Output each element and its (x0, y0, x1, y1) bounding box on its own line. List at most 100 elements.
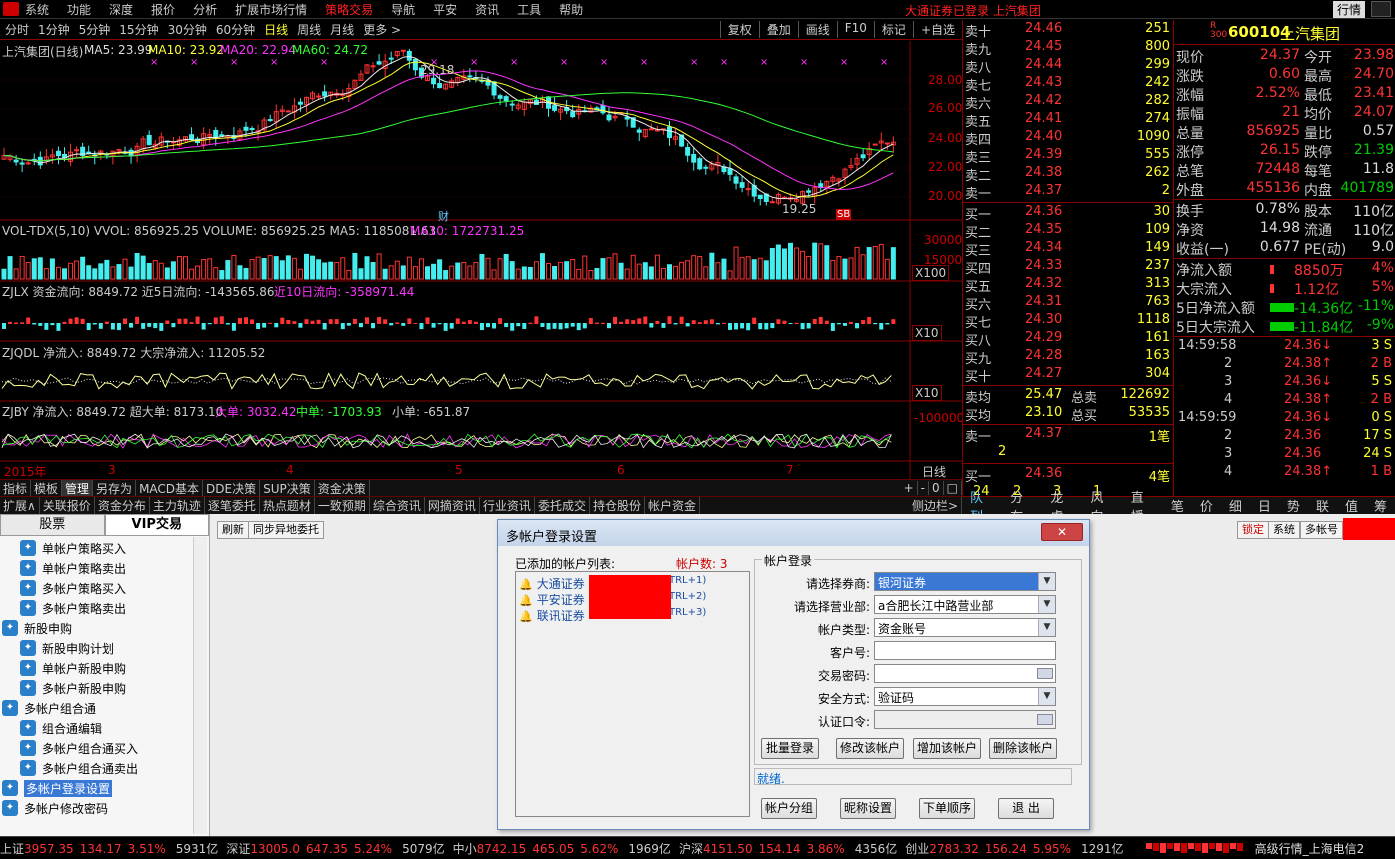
account-type-select[interactable]: 资金账号 ▼ (874, 618, 1056, 637)
tree-item[interactable]: ✦ 多帐户新股申购 (20, 678, 126, 698)
tree-item[interactable]: ✦ 多帐户登录设置 (2, 778, 113, 798)
tab-positions[interactable]: 持仓股份 (590, 497, 645, 514)
add-account-button[interactable]: 增加该帐户 (913, 738, 981, 759)
tool-adjust[interactable]: 复权 (719, 21, 759, 38)
quote-button[interactable]: 行情 (1332, 1, 1365, 18)
tree-item[interactable]: ✦ 多帐户修改密码 (2, 798, 108, 818)
buy-row[interactable]: 买一 24.36 30 (963, 204, 1174, 223)
batch-login-button[interactable]: 批量登录 (761, 738, 819, 759)
tree-scrollbar[interactable] (193, 537, 207, 834)
tree-item[interactable]: ✦ 多帐户策略卖出 (20, 598, 126, 618)
sync-orders-button[interactable]: 同步异地委托 (248, 521, 324, 539)
sell-row[interactable]: 卖四 24.40 1090 (963, 129, 1174, 148)
menu-item-strategy-trade[interactable]: 策略交易 (325, 1, 373, 18)
queue-buy-row[interactable]: 买一 24.36 4笔 (963, 466, 1174, 485)
tab-fund[interactable]: 资金决策 (315, 479, 370, 497)
sell-row[interactable]: 卖五 24.41 274 (963, 111, 1174, 130)
branch-select[interactable]: a合肥长江中路营业部 ▼ (874, 595, 1056, 614)
tree-item[interactable]: ✦ 多帐户策略买入 (20, 578, 126, 598)
tab-fund-dist[interactable]: 资金分布 (95, 497, 150, 514)
customer-id-input[interactable] (874, 641, 1056, 660)
period-more[interactable]: 更多 > (363, 21, 401, 38)
finance-marker[interactable]: 财 (438, 208, 449, 224)
menu-item-quote[interactable]: 报价 (151, 1, 175, 18)
period-15min[interactable]: 15分钟 (119, 21, 158, 38)
menu-item-ext-market[interactable]: 扩展市场行情 (235, 1, 307, 18)
broker-select[interactable]: 银河证券 ▼ (874, 572, 1056, 591)
auth-code-input[interactable] (874, 710, 1056, 729)
menu-item-function[interactable]: 功能 (67, 1, 91, 18)
account-item[interactable]: 🔔 联讯证券 TRL+3) (519, 607, 706, 624)
tab-macd[interactable]: MACD基本 (136, 479, 204, 497)
tab-hot-topic[interactable]: 热点题材 (260, 497, 315, 514)
tree-item[interactable]: ✦ 新股申购 (2, 618, 72, 638)
account-item[interactable]: 🔔 平安证券 TRL+2) (519, 591, 706, 608)
tab-industry-news[interactable]: 行业资讯 (480, 497, 535, 514)
tab-save-as[interactable]: 另存为 (93, 479, 137, 497)
kline-chart[interactable]: × × × × × × × × × × × × × × × × × 上汽集团(日线) MA5: 23.99 MA… (0, 41, 964, 479)
index-item[interactable]: 中小8742.15 465.05 5.62% 1969亿 (453, 840, 671, 857)
tab-consensus[interactable]: 一致预期 (315, 497, 370, 514)
menu-item-analysis[interactable]: 分析 (193, 1, 217, 18)
period-30min[interactable]: 30分钟 (168, 21, 207, 38)
tool-mark[interactable]: 标记 (873, 21, 913, 38)
keyboard-icon[interactable] (1037, 668, 1053, 679)
index-item[interactable]: 沪深4151.50 154.14 3.86% 4356亿 (679, 840, 897, 857)
queue-sell-row[interactable]: 卖一 24.37 1笔 (963, 426, 1174, 445)
index-item[interactable]: 上证3957.35 134.17 3.51% 5931亿 (0, 840, 218, 857)
period-daily[interactable]: 日线 (264, 21, 288, 38)
sell-row[interactable]: 卖七 24.43 242 (963, 75, 1174, 94)
right-tab[interactable]: 日 (1250, 496, 1279, 515)
right-tab[interactable]: 笔 (1163, 496, 1192, 515)
tab-stock[interactable]: 股票 (0, 514, 105, 536)
right-tab[interactable]: 细 (1221, 496, 1250, 515)
tab-web-news[interactable]: 网摘资讯 (425, 497, 480, 514)
window-control-icon[interactable] (1371, 1, 1391, 17)
buy-row[interactable]: 买八 24.29 161 (963, 330, 1174, 349)
menu-item-news[interactable]: 资讯 (475, 1, 499, 18)
period-5min[interactable]: 5分钟 (79, 21, 111, 38)
sell-row[interactable]: 卖九 24.45 800 (963, 39, 1174, 58)
password-input[interactable] (874, 664, 1056, 683)
multi-account-button[interactable]: 多帐号 (1300, 521, 1343, 539)
refresh-button[interactable]: 刷新 (217, 521, 249, 539)
index-item[interactable]: 深证13005.0 647.35 5.24% 5079亿 (226, 840, 444, 857)
account-list[interactable]: 🔔 大通证券 TRL+1) 🔔 平安证券 TRL+2) 🔔 联讯证券 TRL+3) (515, 571, 750, 817)
sell-row[interactable]: 卖六 24.42 282 (963, 93, 1174, 112)
tree-item[interactable]: ✦ 单帐户策略卖出 (20, 558, 126, 578)
system-button[interactable]: 系统 (1268, 521, 1300, 539)
buy-row[interactable]: 买二 24.35 109 (963, 222, 1174, 241)
right-tab[interactable]: 联 (1308, 496, 1337, 515)
tab-main-track[interactable]: 主力轨迹 (150, 497, 205, 514)
tab-related-quote[interactable]: 关联报价 (40, 497, 95, 514)
sell-row[interactable]: 卖三 24.39 555 (963, 147, 1174, 166)
close-icon[interactable]: ✕ (1041, 523, 1083, 541)
tab-sup[interactable]: SUP决策 (260, 479, 315, 497)
tab-expand[interactable]: 扩展∧ (0, 497, 40, 514)
period-monthly[interactable]: 月线 (330, 21, 354, 38)
tab-order-detail[interactable]: 逐笔委托 (205, 497, 260, 514)
tree-item[interactable]: ✦ 多帐户组合通 (2, 698, 96, 718)
tab-account-funds[interactable]: 帐户资金 (645, 497, 700, 514)
right-tab[interactable]: 价 (1192, 496, 1221, 515)
sell-row[interactable]: 卖二 24.38 262 (963, 165, 1174, 184)
tree-item[interactable]: ✦ 多帐户组合通卖出 (20, 758, 138, 778)
menu-item-depth[interactable]: 深度 (109, 1, 133, 18)
tab-template[interactable]: 模板 (31, 479, 63, 497)
tool-draw[interactable]: 画线 (797, 21, 837, 38)
account-item[interactable]: 🔔 大通证券 TRL+1) (519, 575, 706, 592)
sell-row[interactable]: 卖十 24.46 251 (963, 21, 1174, 40)
tab-news[interactable]: 综合资讯 (370, 497, 425, 514)
period-60min[interactable]: 60分钟 (216, 21, 255, 38)
buy-row[interactable]: 买三 24.34 149 (963, 240, 1174, 259)
period-weekly[interactable]: 周线 (297, 21, 321, 38)
tab-vip-trade[interactable]: VIP交易 (104, 514, 209, 536)
menu-item-pingan[interactable]: 平安 (433, 1, 457, 18)
sidebar-toggle[interactable]: 侧边栏> (909, 497, 962, 514)
reset-button[interactable]: 0 (929, 481, 944, 495)
right-tab[interactable]: 势 (1279, 496, 1308, 515)
tree-item[interactable]: ✦ 组合通编辑 (20, 718, 102, 738)
menu-item-tools[interactable]: 工具 (517, 1, 541, 18)
zoom-out-button[interactable]: - (918, 481, 930, 495)
right-tab[interactable]: 筹 (1366, 496, 1395, 515)
